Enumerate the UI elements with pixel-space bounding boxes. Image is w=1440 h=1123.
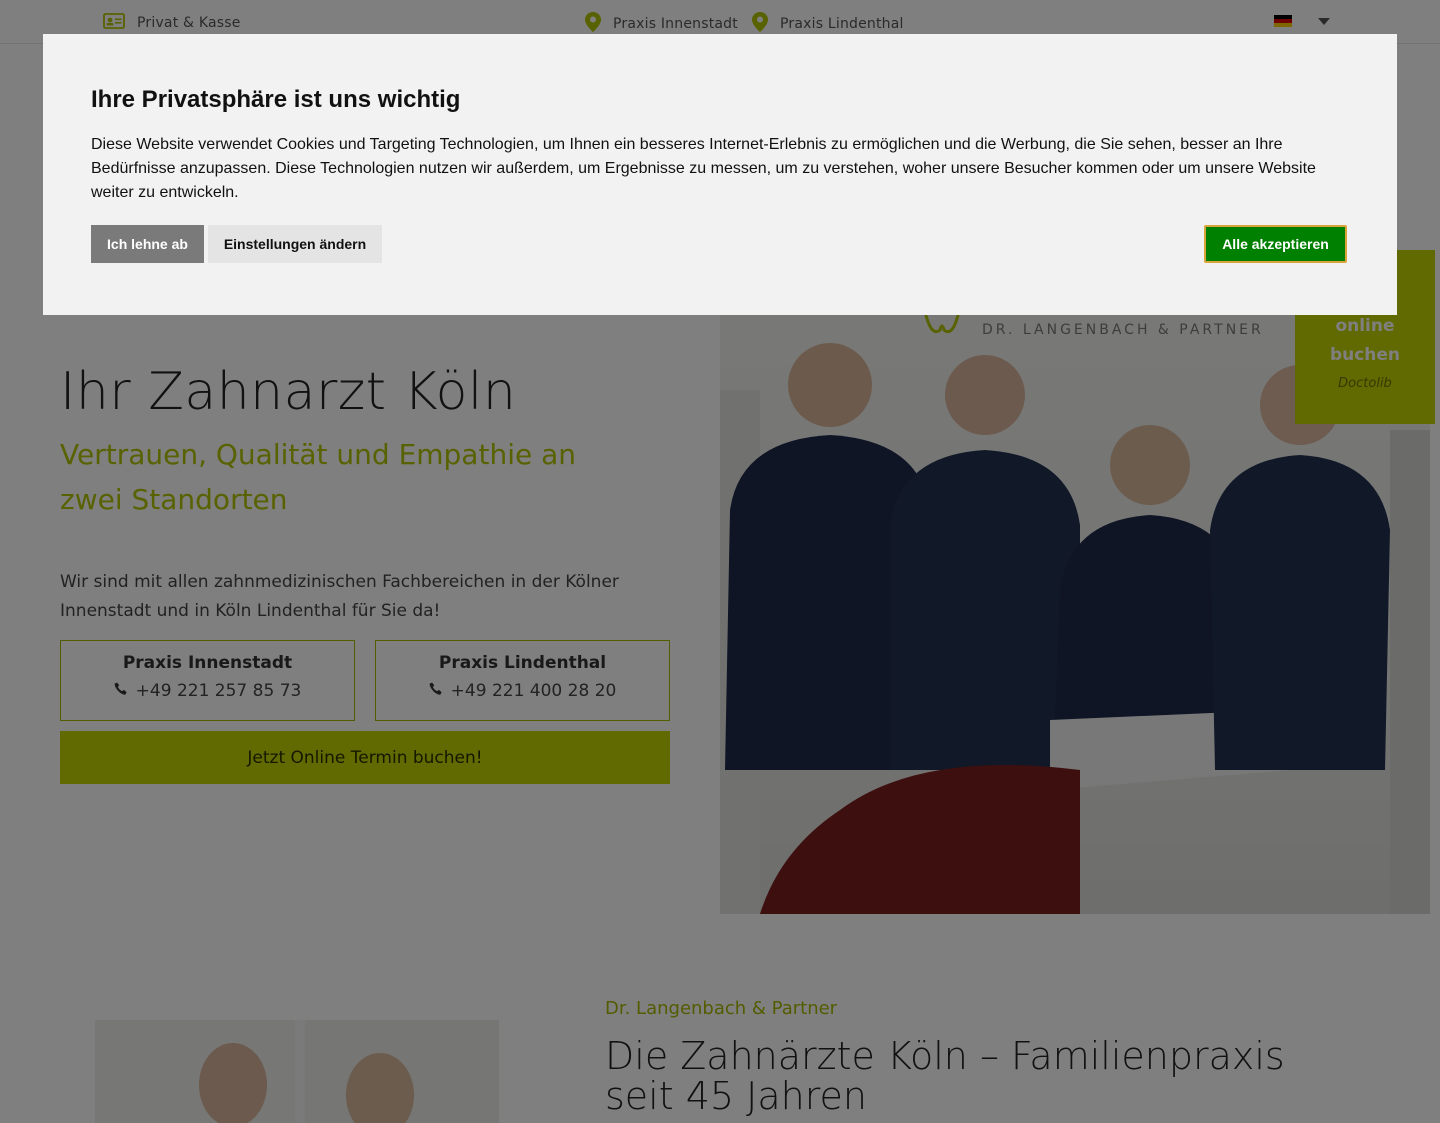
decline-button[interactable]: Ich lehne ab <box>91 225 204 263</box>
accept-all-button[interactable]: Alle akzeptieren <box>1204 225 1347 263</box>
cookie-consent-dialog: Ihre Privatsphäre ist uns wichtig Diese … <box>43 34 1397 315</box>
cookie-dialog-title: Ihre Privatsphäre ist uns wichtig <box>91 86 461 113</box>
change-settings-button[interactable]: Einstellungen ändern <box>208 225 382 263</box>
cookie-dialog-text: Diese Website verwendet Cookies und Targ… <box>91 136 1316 201</box>
